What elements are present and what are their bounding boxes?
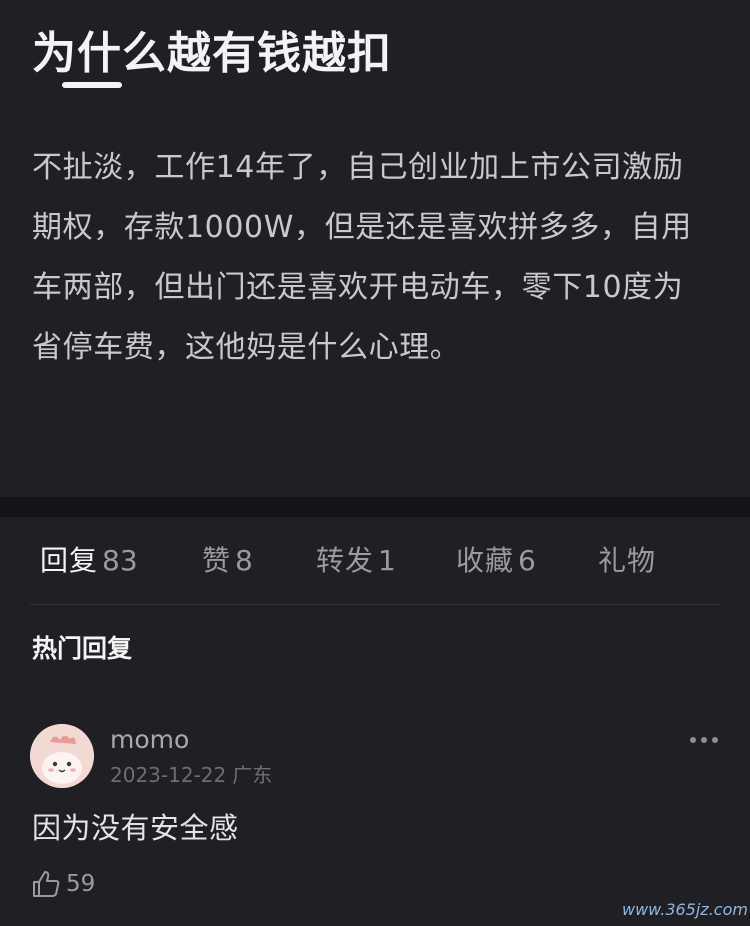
tab-reposts-count: 1 [378,544,396,577]
tab-replies-count: 83 [102,544,138,577]
tab-gifts-label: 礼物 [598,544,657,577]
tabs-divider [30,604,720,605]
tab-likes-label: 赞 [202,544,232,577]
post-detail-page: 为什么越有钱越扣 不扯淡，工作14年了，自己创业加上市公司激励期权，存款1000… [0,0,750,926]
hot-replies-title: 热门回复 [32,634,133,663]
interaction-tabs: 回复 83 赞8 转发 1 收藏 6 礼物 [0,517,750,605]
more-dots-icon[interactable] [688,732,720,748]
comment-item: momo 2023-12-22 广东 因为没有安全感 59 [0,720,750,926]
tab-favorites-count: 6 [518,544,536,577]
like-count: 59 [66,871,96,897]
tab-favorites-label: 收藏 [456,544,515,577]
tab-favorites[interactable]: 收藏 6 [456,541,536,581]
section-separator [0,497,750,517]
active-tab-indicator [62,82,122,88]
tab-likes[interactable]: 赞8 [202,541,253,581]
tab-reposts-label: 转发 [316,544,375,577]
tab-replies[interactable]: 回复 83 [40,541,138,581]
watermark: www.365jz.com [622,900,748,919]
post-section: 为什么越有钱越扣 不扯淡，工作14年了，自己创业加上市公司激励期权，存款1000… [0,0,750,497]
comment-text: 因为没有安全感 [32,811,239,845]
comment-location: 广东 [232,763,273,787]
tab-replies-label: 回复 [40,544,99,577]
comment-meta: 2023-12-22 广东 [110,760,272,790]
post-body: 不扯淡，工作14年了，自己创业加上市公司激励期权，存款1000W，但是还是喜欢拼… [32,150,692,365]
tab-gifts[interactable]: 礼物 [598,541,656,581]
thumbs-up-icon [33,871,60,897]
tab-likes-count: 8 [235,544,253,577]
pink-cartoon-avatar-icon[interactable] [30,724,94,788]
tab-reposts[interactable]: 转发 1 [316,541,396,581]
comment-username[interactable]: momo [110,722,189,758]
avatar-face-icon [30,724,94,788]
post-title: 为什么越有钱越扣 [32,28,392,79]
comment-date: 2023-12-22 [110,763,227,787]
